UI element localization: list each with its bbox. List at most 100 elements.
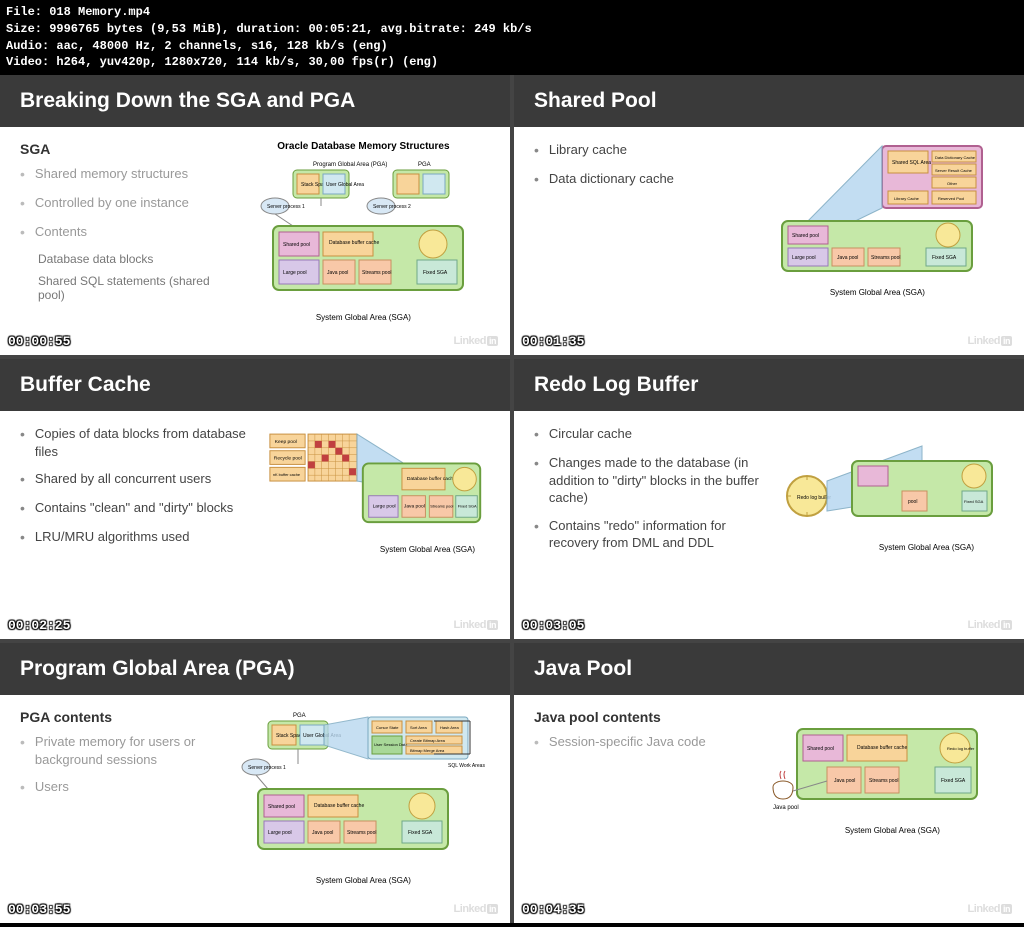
svg-text:Large pool: Large pool bbox=[268, 830, 292, 836]
bullet: Shared memory structures bbox=[20, 165, 227, 184]
subheading: PGA contents bbox=[20, 709, 227, 725]
bullet: Contains "clean" and "dirty" blocks bbox=[20, 499, 255, 518]
sub-bullet: Shared SQL statements (shared pool) bbox=[38, 274, 227, 302]
svg-text:Java pool: Java pool bbox=[312, 830, 333, 836]
svg-text:Database buffer cache: Database buffer cache bbox=[329, 240, 379, 246]
sub-bullet: Database data blocks bbox=[38, 252, 227, 266]
subheading: SGA bbox=[20, 141, 227, 157]
timestamp: 00:01:35 bbox=[522, 334, 584, 349]
svg-text:User Session Data: User Session Data bbox=[374, 742, 408, 747]
svg-text:Cursor State: Cursor State bbox=[376, 725, 399, 730]
timestamp: 00:00:55 bbox=[8, 334, 70, 349]
svg-text:Streams pool: Streams pool bbox=[869, 778, 898, 784]
svg-text:Keep pool: Keep pool bbox=[275, 439, 297, 445]
memory-structures-diagram: Oracle Database Memory Structures Progra… bbox=[237, 141, 490, 322]
svg-text:Program Global Area (PGA): Program Global Area (PGA) bbox=[313, 162, 387, 168]
bullet: Users bbox=[20, 778, 227, 797]
svg-text:Java pool: Java pool bbox=[327, 270, 348, 276]
slide-java-pool: Java Pool Java pool contents Session-spe… bbox=[514, 643, 1024, 923]
bullet: Session-specific Java code bbox=[534, 733, 741, 752]
slide-title: Shared Pool bbox=[514, 75, 1024, 127]
svg-text:Streams pool: Streams pool bbox=[347, 830, 376, 836]
subheading: Java pool contents bbox=[534, 709, 741, 725]
bullet: Private memory for users or background s… bbox=[20, 733, 227, 768]
slide-title: Breaking Down the SGA and PGA bbox=[0, 75, 510, 127]
svg-text:Database buffer cache: Database buffer cache bbox=[407, 476, 456, 482]
media-info: File: 018 Memory.mp4 Size: 9996765 bytes… bbox=[0, 0, 1024, 75]
shared-pool-diagram: Shared SQL Area Data Dictionary Cache Se… bbox=[751, 141, 1004, 297]
timestamp: 00:03:05 bbox=[522, 618, 584, 633]
linkedin-icon: Linked bbox=[968, 903, 1012, 915]
svg-text:Data Dictionary Cache: Data Dictionary Cache bbox=[935, 155, 976, 160]
video-line: Video: h264, yuv420p, 1280x720, 114 kb/s… bbox=[6, 54, 1018, 71]
svg-text:Library Cache: Library Cache bbox=[894, 196, 920, 201]
bullet: Library cache bbox=[534, 141, 741, 160]
linkedin-icon: Linked bbox=[968, 619, 1012, 631]
svg-text:Large pool: Large pool bbox=[373, 504, 396, 510]
svg-text:Shared pool: Shared pool bbox=[792, 233, 819, 239]
slide-title: Buffer Cache bbox=[0, 359, 510, 411]
svg-text:Shared pool: Shared pool bbox=[283, 242, 310, 248]
svg-text:Java pool: Java pool bbox=[404, 504, 425, 510]
svg-text:Database buffer cache: Database buffer cache bbox=[314, 803, 364, 809]
linkedin-icon: Linked bbox=[454, 335, 498, 347]
bullet: Controlled by one instance bbox=[20, 194, 227, 213]
timestamp: 00:03:55 bbox=[8, 902, 70, 917]
svg-text:SQL Work Areas: SQL Work Areas bbox=[448, 763, 485, 769]
svg-text:Shared pool: Shared pool bbox=[268, 804, 295, 810]
svg-text:Recycle pool: Recycle pool bbox=[274, 456, 302, 462]
svg-text:Fixed SGA: Fixed SGA bbox=[458, 504, 477, 509]
svg-text:Streams pool: Streams pool bbox=[362, 270, 391, 276]
svg-text:Fixed SGA: Fixed SGA bbox=[408, 830, 433, 836]
svg-text:Other: Other bbox=[947, 181, 958, 186]
java-pool-diagram: Shared pool Database buffer cache Redo l… bbox=[751, 709, 1004, 835]
svg-text:Java pool: Java pool bbox=[837, 255, 858, 261]
redo-log-diagram: Redo log buffer pool Fixed SGA System Gl… bbox=[779, 425, 1004, 562]
slide-title: Java Pool bbox=[514, 643, 1024, 695]
svg-text:Create Bitmap Area: Create Bitmap Area bbox=[410, 738, 446, 743]
bullet: Contents bbox=[20, 223, 227, 242]
svg-text:PGA: PGA bbox=[293, 713, 306, 719]
bullet: Contains "redo" information for recovery… bbox=[534, 517, 769, 552]
svg-text:Sort Area: Sort Area bbox=[410, 725, 427, 730]
svg-text:Server process 2: Server process 2 bbox=[373, 204, 411, 210]
svg-text:nK buffer cache: nK buffer cache bbox=[273, 472, 300, 477]
svg-text:Server process 1: Server process 1 bbox=[248, 765, 286, 771]
thumbnail-grid: Breaking Down the SGA and PGA SGA Shared… bbox=[0, 75, 1024, 923]
svg-text:Redo log buffer: Redo log buffer bbox=[947, 746, 975, 751]
svg-text:pool: pool bbox=[908, 499, 917, 505]
linkedin-icon: Linked bbox=[454, 619, 498, 631]
svg-text:Database buffer cache: Database buffer cache bbox=[857, 745, 907, 751]
pga-diagram: PGA Stack Space User Global Area Cursor … bbox=[237, 709, 490, 885]
svg-text:Java pool: Java pool bbox=[834, 778, 855, 784]
svg-text:Reserved Pool: Reserved Pool bbox=[938, 196, 964, 201]
timestamp: 00:04:35 bbox=[522, 902, 584, 917]
svg-text:PGA: PGA bbox=[418, 162, 431, 168]
svg-text:User Global Area: User Global Area bbox=[326, 182, 364, 188]
bullet: Data dictionary cache bbox=[534, 170, 741, 189]
slide-sga-pga: Breaking Down the SGA and PGA SGA Shared… bbox=[0, 75, 510, 355]
svg-text:Server Result Cache: Server Result Cache bbox=[935, 168, 973, 173]
linkedin-icon: Linked bbox=[454, 903, 498, 915]
svg-text:Fixed SGA: Fixed SGA bbox=[964, 499, 984, 504]
slide-title: Redo Log Buffer bbox=[514, 359, 1024, 411]
svg-text:Streams pool: Streams pool bbox=[430, 504, 453, 509]
size-line: Size: 9996765 bytes (9,53 MiB), duration… bbox=[6, 21, 1018, 38]
slide-title: Program Global Area (PGA) bbox=[0, 643, 510, 695]
svg-text:Fixed SGA: Fixed SGA bbox=[423, 270, 448, 276]
bullet: Copies of data blocks from database file… bbox=[20, 425, 255, 460]
timestamp: 00:02:25 bbox=[8, 618, 70, 633]
bullet: LRU/MRU algorithms used bbox=[20, 528, 255, 547]
buffer-cache-diagram: Keep pool Recycle pool nK buffer cache D… bbox=[265, 425, 490, 557]
bullet: Changes made to the database (in additio… bbox=[534, 454, 769, 507]
svg-text:Hash Area: Hash Area bbox=[440, 725, 459, 730]
svg-text:Fixed SGA: Fixed SGA bbox=[932, 255, 957, 261]
svg-text:Fixed SGA: Fixed SGA bbox=[941, 778, 966, 784]
linkedin-icon: Linked bbox=[968, 335, 1012, 347]
svg-text:Streams pool: Streams pool bbox=[871, 255, 900, 261]
file-line: File: 018 Memory.mp4 bbox=[6, 4, 1018, 21]
svg-text:Large pool: Large pool bbox=[283, 270, 307, 276]
slide-buffer-cache: Buffer Cache Copies of data blocks from … bbox=[0, 359, 510, 639]
bullet: Shared by all concurrent users bbox=[20, 470, 255, 489]
svg-text:Shared pool: Shared pool bbox=[807, 746, 834, 752]
